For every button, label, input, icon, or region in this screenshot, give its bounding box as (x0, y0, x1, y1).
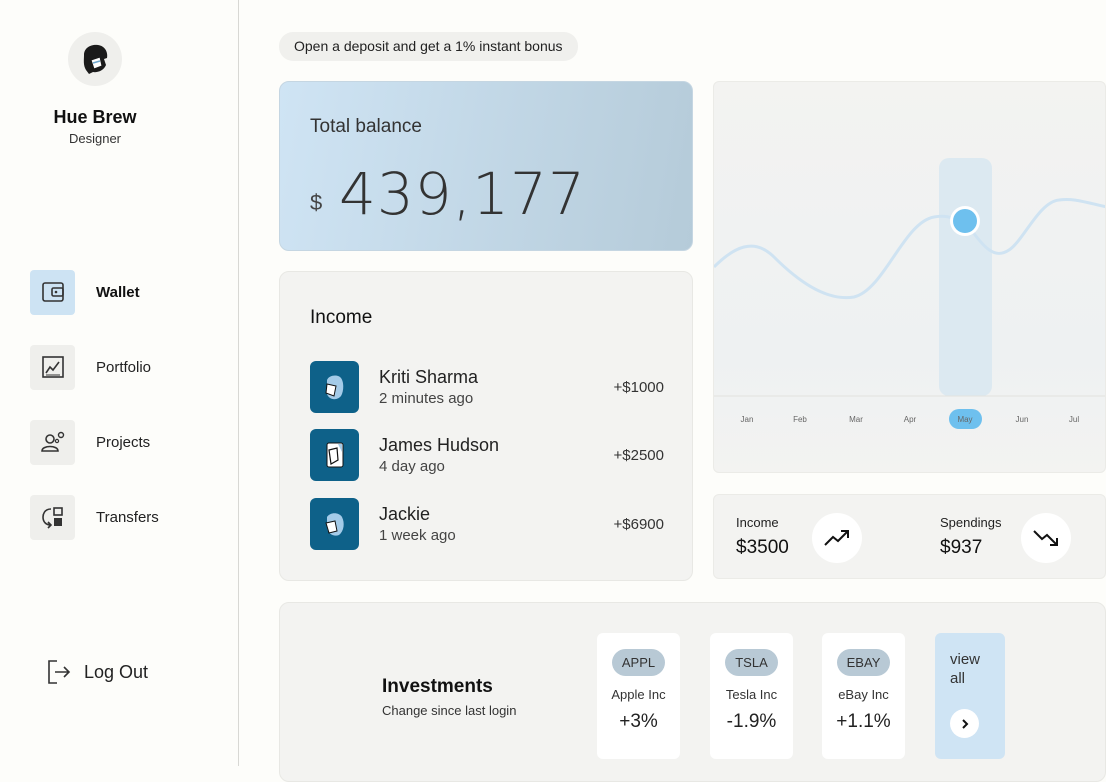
trend-up-icon (824, 530, 849, 546)
avatar-figure-icon (83, 44, 108, 74)
transaction-time: 1 week ago (379, 527, 456, 544)
nav-label: Projects (96, 433, 151, 451)
transaction-row[interactable]: Kriti Sharma 2 minutes ago +$1000 (310, 361, 664, 413)
view-all-label: view all (950, 651, 981, 687)
transaction-time: 2 minutes ago (379, 390, 474, 407)
stock-change: -1.9% (726, 711, 777, 732)
balance-title: Total balance (310, 116, 422, 137)
balance-value: 439,177 (339, 160, 586, 228)
month-label-jan[interactable]: Jan (741, 415, 754, 424)
logout-label: Log Out (84, 661, 149, 682)
trend-down-icon (1033, 530, 1058, 546)
month-label-may[interactable]: May (957, 415, 972, 424)
investments-title: Investments (382, 676, 493, 697)
user-role: Designer (68, 131, 122, 146)
month-label-feb[interactable]: Feb (793, 415, 807, 424)
nav-item-transfers[interactable]: Transfers (30, 494, 159, 540)
activity-chart: Jan Feb Mar Apr May Jun Jul (713, 81, 1106, 473)
stock-name: Tesla Inc (725, 687, 778, 702)
stock-name: eBay Inc (838, 687, 889, 702)
investments-subtitle: Change since last login (382, 703, 517, 718)
transaction-amount: +$2500 (613, 446, 664, 464)
contact-avatar (310, 361, 359, 413)
chart-selected-point[interactable] (953, 209, 977, 233)
contact-name: Kriti Sharma (379, 367, 479, 387)
promo-banner[interactable]: Open a deposit and get a 1% instant bonu… (279, 32, 578, 61)
nav-item-portfolio[interactable]: Portfolio (30, 344, 151, 390)
stats-card: Income $3500 Spendings $937 (713, 494, 1106, 579)
sidebar: Hue Brew Designer Wallet Portfolio Proje… (0, 0, 239, 766)
stock-change: +1.1% (836, 711, 891, 732)
view-all-button[interactable]: view all (935, 633, 1005, 759)
nav-label: Portfolio (96, 358, 152, 376)
selected-month-highlight (939, 158, 992, 396)
stock-ticker: APPL (612, 649, 665, 676)
logout-icon (48, 660, 71, 684)
spendings-trend-button[interactable] (1021, 513, 1071, 563)
investments-card: Investments Change since last login APPL… (279, 602, 1106, 782)
stock-card-appl[interactable]: APPL Apple Inc +3% (597, 633, 680, 759)
stock-ticker: EBAY (837, 649, 890, 676)
wallet-icon (30, 269, 75, 315)
nav-item-wallet[interactable]: Wallet (30, 269, 140, 315)
transaction-amount: +$6900 (613, 515, 664, 533)
user-name: Hue Brew (53, 107, 137, 127)
chart-icon (30, 344, 75, 390)
month-label-jul[interactable]: Jul (1069, 415, 1079, 424)
income-card: Income Kriti Sharma 2 minutes ago +$1000… (279, 271, 693, 581)
chart-svg: Jan Feb Mar Apr May Jun Jul (714, 158, 1105, 429)
transaction-amount: +$1000 (613, 378, 664, 396)
contact-avatar (310, 429, 359, 481)
balance-currency: $ (310, 190, 323, 215)
projects-icon (30, 419, 75, 465)
contact-name: James Hudson (379, 435, 500, 455)
nav-label: Transfers (96, 508, 159, 526)
stock-ticker: TSLA (725, 649, 778, 676)
chevron-right-icon[interactable] (950, 709, 979, 738)
income-stat-value: $3500 (736, 537, 789, 558)
stock-card-ebay[interactable]: EBAY eBay Inc +1.1% (822, 633, 905, 759)
income-title: Income (310, 307, 373, 328)
chart-series-line (714, 198, 1105, 300)
spendings-stat-label: Spendings (940, 515, 1002, 530)
month-label-mar[interactable]: Mar (849, 415, 863, 424)
balance-card: Total balance $ 439,177 (279, 81, 693, 251)
nav-item-projects[interactable]: Projects (30, 419, 150, 465)
income-trend-button[interactable] (812, 513, 862, 563)
income-stat-label: Income (736, 515, 779, 530)
month-label-apr[interactable]: Apr (904, 415, 917, 424)
stock-name: Apple Inc (611, 687, 666, 702)
nav-label: Wallet (96, 283, 140, 301)
contact-avatar (310, 498, 359, 550)
transaction-row[interactable]: James Hudson 4 day ago +$2500 (310, 429, 664, 481)
transfers-icon (30, 494, 75, 540)
transaction-row[interactable]: Jackie 1 week ago +$6900 (310, 498, 664, 550)
contact-name: Jackie (379, 504, 431, 524)
user-avatar[interactable] (68, 32, 122, 86)
spendings-stat-value: $937 (940, 537, 983, 558)
stock-change: +3% (619, 711, 658, 732)
stock-card-tsla[interactable]: TSLA Tesla Inc -1.9% (710, 633, 793, 759)
month-label-jun[interactable]: Jun (1016, 415, 1029, 424)
logout-button[interactable]: Log Out (46, 658, 148, 686)
transaction-time: 4 day ago (379, 458, 445, 475)
